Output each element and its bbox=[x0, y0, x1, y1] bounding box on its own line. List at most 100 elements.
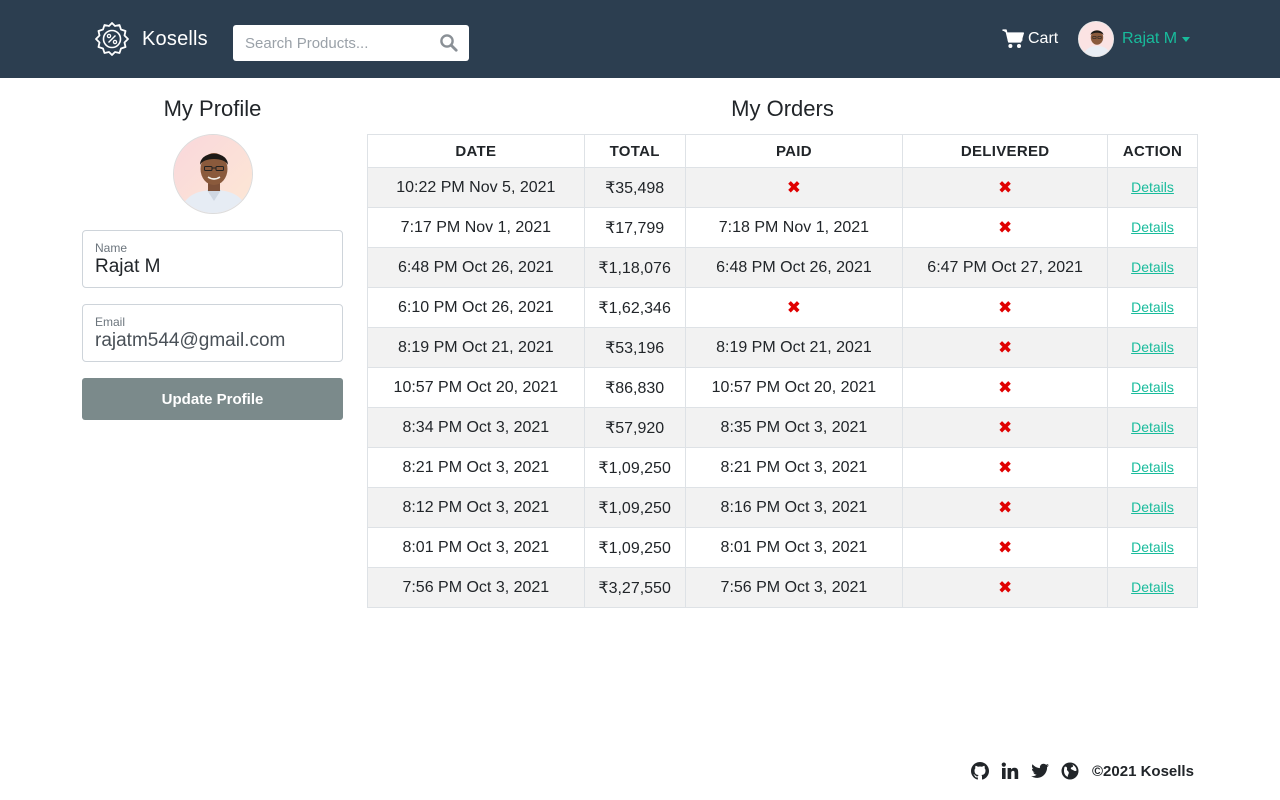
order-delivered-cell: ✖ bbox=[902, 527, 1109, 568]
user-menu-toggle[interactable]: Rajat M bbox=[1078, 21, 1191, 57]
details-link[interactable]: Details bbox=[1131, 499, 1174, 515]
order-date-cell: 8:19 PM Oct 21, 2021 bbox=[367, 327, 585, 368]
details-link[interactable]: Details bbox=[1131, 419, 1174, 435]
not-delivered-icon: ✖ bbox=[998, 497, 1013, 517]
details-link[interactable]: Details bbox=[1131, 219, 1174, 235]
table-row: 6:48 PM Oct 26, 2021 ₹1,18,076 6:48 PM Oct… bbox=[367, 247, 1198, 288]
order-action-cell: Details bbox=[1107, 407, 1198, 448]
profile-avatar bbox=[173, 134, 253, 214]
order-total: ₹17,799 bbox=[605, 219, 665, 237]
twitter-icon[interactable] bbox=[1030, 761, 1050, 781]
order-paid: 7:18 PM Nov 1, 2021 bbox=[718, 218, 870, 236]
order-total-cell: ₹3,27,550 bbox=[583, 567, 686, 608]
order-date: 7:56 PM Oct 3, 2021 bbox=[402, 578, 550, 596]
order-total-cell: ₹1,09,250 bbox=[583, 447, 686, 488]
order-paid: 7:56 PM Oct 3, 2021 bbox=[720, 578, 868, 596]
order-action-cell: Details bbox=[1107, 567, 1198, 608]
order-action-cell: Details bbox=[1107, 287, 1198, 328]
orders-body: 10:22 PM Nov 5, 2021 ₹35,498 ✖ ✖ Details 7:17… bbox=[367, 167, 1198, 608]
name-value[interactable]: Rajat M bbox=[95, 256, 160, 278]
order-date-cell: 10:22 PM Nov 5, 2021 bbox=[367, 167, 585, 208]
order-paid-cell: 8:21 PM Oct 3, 2021 bbox=[684, 447, 904, 488]
github-icon[interactable] bbox=[970, 761, 990, 781]
order-date: 7:17 PM Nov 1, 2021 bbox=[400, 218, 551, 236]
email-field[interactable]: Email rajatm544@gmail.com bbox=[82, 304, 343, 362]
order-date-cell: 8:12 PM Oct 3, 2021 bbox=[367, 487, 585, 528]
order-delivered-cell: ✖ bbox=[902, 327, 1109, 368]
order-date: 8:01 PM Oct 3, 2021 bbox=[402, 538, 550, 556]
order-delivered-cell: ✖ bbox=[902, 167, 1109, 208]
orders-table: DATE TOTAL PAID DELIVERED ACTION 10:22 P… bbox=[367, 134, 1198, 608]
order-date-cell: 8:21 PM Oct 3, 2021 bbox=[367, 447, 585, 488]
order-paid-cell: 8:19 PM Oct 21, 2021 bbox=[684, 327, 904, 368]
header-delivered: DELIVERED bbox=[902, 134, 1109, 168]
order-action-cell: Details bbox=[1107, 207, 1198, 248]
table-row: 10:22 PM Nov 5, 2021 ₹35,498 ✖ ✖ Details bbox=[367, 167, 1198, 208]
order-date-cell: 7:56 PM Oct 3, 2021 bbox=[367, 567, 585, 608]
header-action: ACTION bbox=[1107, 134, 1198, 168]
order-paid: 8:01 PM Oct 3, 2021 bbox=[720, 538, 868, 556]
order-total-cell: ₹35,498 bbox=[583, 167, 686, 208]
search-input[interactable] bbox=[233, 25, 469, 61]
not-delivered-icon: ✖ bbox=[998, 577, 1013, 597]
email-value[interactable]: rajatm544@gmail.com bbox=[95, 330, 285, 352]
order-paid: 8:16 PM Oct 3, 2021 bbox=[720, 498, 868, 516]
order-paid-cell: 7:56 PM Oct 3, 2021 bbox=[684, 567, 904, 608]
cart-link[interactable]: Cart bbox=[1002, 26, 1058, 52]
update-profile-button[interactable]: Update Profile bbox=[82, 378, 343, 420]
user-name: Rajat M bbox=[1122, 30, 1178, 47]
details-link[interactable]: Details bbox=[1131, 379, 1174, 395]
not-delivered-icon: ✖ bbox=[998, 217, 1013, 237]
details-link[interactable]: Details bbox=[1131, 179, 1174, 195]
table-row: 8:21 PM Oct 3, 2021 ₹1,09,250 8:21 PM Oct … bbox=[367, 447, 1198, 488]
footer: ©2021 Kosells bbox=[970, 759, 1194, 783]
brand-name: Kosells bbox=[142, 27, 208, 50]
order-total: ₹1,09,250 bbox=[598, 539, 671, 557]
navbar: Kosells Cart Rajat M bbox=[0, 0, 1280, 78]
order-date: 6:10 PM Oct 26, 2021 bbox=[398, 298, 554, 316]
details-link[interactable]: Details bbox=[1131, 579, 1174, 595]
order-date: 6:48 PM Oct 26, 2021 bbox=[398, 258, 554, 276]
caret-down-icon bbox=[1182, 36, 1191, 42]
table-header-row: DATE TOTAL PAID DELIVERED ACTION bbox=[367, 134, 1198, 168]
search-icon[interactable] bbox=[439, 33, 459, 53]
discount-badge-icon bbox=[95, 22, 129, 56]
not-delivered-icon: ✖ bbox=[998, 417, 1013, 437]
header-paid: PAID bbox=[684, 134, 904, 168]
not-paid-icon: ✖ bbox=[786, 297, 802, 317]
details-link[interactable]: Details bbox=[1131, 339, 1174, 355]
details-link[interactable]: Details bbox=[1131, 539, 1174, 555]
order-total: ₹57,920 bbox=[605, 419, 665, 437]
order-date-cell: 6:10 PM Oct 26, 2021 bbox=[367, 287, 585, 328]
order-date: 8:21 PM Oct 3, 2021 bbox=[402, 458, 550, 476]
order-delivered-cell: ✖ bbox=[902, 287, 1109, 328]
order-delivered: 6:47 PM Oct 27, 2021 bbox=[927, 258, 1083, 276]
profile-photo bbox=[174, 135, 252, 213]
order-total-cell: ₹1,62,346 bbox=[583, 287, 686, 328]
order-paid-cell: 8:16 PM Oct 3, 2021 bbox=[684, 487, 904, 528]
orders-title: My Orders bbox=[731, 96, 834, 121]
details-link[interactable]: Details bbox=[1131, 459, 1174, 475]
details-link[interactable]: Details bbox=[1131, 299, 1174, 315]
order-action-cell: Details bbox=[1107, 167, 1198, 208]
globe-icon[interactable] bbox=[1060, 761, 1080, 781]
table-row: 7:17 PM Nov 1, 2021 ₹17,799 7:18 PM Nov 1,… bbox=[367, 207, 1198, 248]
user-photo bbox=[1079, 22, 1113, 56]
order-action-cell: Details bbox=[1107, 327, 1198, 368]
brand-link[interactable]: Kosells bbox=[94, 21, 208, 57]
order-date: 10:22 PM Nov 5, 2021 bbox=[396, 178, 556, 196]
order-delivered-cell: ✖ bbox=[902, 567, 1109, 608]
order-paid-cell: 7:18 PM Nov 1, 2021 bbox=[684, 207, 904, 248]
details-link[interactable]: Details bbox=[1131, 259, 1174, 275]
table-row: 8:12 PM Oct 3, 2021 ₹1,09,250 8:16 PM Oct … bbox=[367, 487, 1198, 528]
linkedin-icon[interactable] bbox=[1000, 761, 1020, 781]
order-total-cell: ₹1,09,250 bbox=[583, 487, 686, 528]
order-total-cell: ₹53,196 bbox=[583, 327, 686, 368]
order-total-cell: ₹1,18,076 bbox=[583, 247, 686, 288]
order-paid-cell: 6:48 PM Oct 26, 2021 bbox=[684, 247, 904, 288]
avatar bbox=[1078, 21, 1114, 57]
email-label: Email bbox=[95, 315, 126, 329]
table-row: 10:57 PM Oct 20, 2021 ₹86,830 10:57 PM Oct… bbox=[367, 367, 1198, 408]
order-total: ₹53,196 bbox=[605, 339, 665, 357]
name-field[interactable]: Name Rajat M bbox=[82, 230, 343, 288]
